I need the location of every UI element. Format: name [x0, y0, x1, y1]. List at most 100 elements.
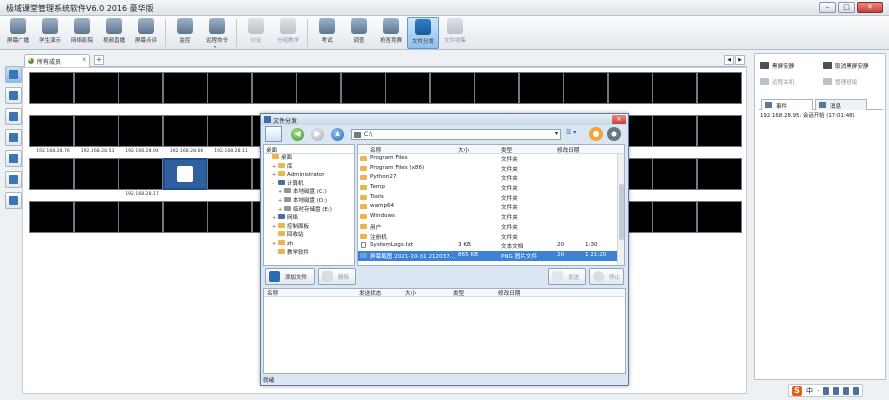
file-row[interactable]: 注册机 文件夹 [358, 232, 624, 242]
add-file-button[interactable]: 添加文件 [265, 268, 315, 285]
skin-icon[interactable] [843, 386, 850, 395]
keyboard-icon[interactable] [833, 386, 840, 395]
toolbar-button-14[interactable]: 文件收集 [439, 17, 471, 49]
toolbar-button-10[interactable]: 考试 [311, 17, 343, 49]
toolbar-button-9[interactable]: 分组教学 [272, 17, 304, 49]
path-combobox[interactable]: C:\ ▾ [351, 129, 561, 140]
student-thumbnail[interactable]: 192.168.28.94 [118, 115, 164, 160]
chevron-down-icon[interactable]: ▾ [214, 44, 216, 49]
col-name[interactable]: 名称 [370, 146, 381, 154]
toolbar-button-13[interactable]: 文件分发 [407, 17, 439, 49]
view-mode-button[interactable]: ☰ ▾ [566, 129, 586, 140]
student-thumbnail[interactable] [118, 201, 164, 246]
student-thumbnail[interactable] [251, 72, 298, 117]
student-thumbnail[interactable] [607, 72, 654, 117]
toolbar-button-12[interactable]: 抢答竞赛 [375, 17, 407, 49]
student-thumbnail[interactable] [474, 72, 520, 117]
col-size[interactable]: 大小 [458, 146, 469, 154]
student-thumbnail[interactable] [162, 201, 209, 246]
student-thumbnail[interactable]: 192.168.28.66 [162, 115, 209, 160]
student-thumbnail[interactable] [696, 158, 743, 203]
file-row[interactable]: SystemLogs.txt 3 KB 文本文档 20 1:30 [358, 241, 624, 251]
dialog-close-button[interactable]: ✕ [612, 115, 626, 124]
tab-all-members[interactable]: 所有成员 x [24, 54, 90, 67]
back-button[interactable]: ◀ [291, 128, 304, 141]
delete-button[interactable]: 删除 [318, 268, 356, 285]
tab-messages[interactable]: 消息 [815, 99, 867, 110]
student-thumbnail[interactable] [162, 158, 209, 203]
task-col-type[interactable]: 类型 [453, 289, 464, 297]
student-thumbnail[interactable] [563, 72, 609, 117]
tree-node[interactable]: + Administrator [264, 171, 354, 180]
tab-close-icon[interactable]: x [82, 56, 86, 63]
toolbar-button-6[interactable]: 监控 [169, 17, 201, 49]
tab-events[interactable]: 事件 [761, 99, 813, 110]
sogou-ime-icon[interactable]: S [792, 385, 802, 396]
student-thumbnail[interactable] [296, 72, 342, 117]
student-thumbnail[interactable] [652, 115, 698, 160]
file-row[interactable]: 用户 文件夹 [358, 222, 624, 232]
student-thumbnail[interactable] [385, 72, 431, 117]
black-screen-button[interactable]: 黑屏安静 [760, 62, 794, 70]
student-thumbnail[interactable] [207, 158, 253, 203]
minimize-button[interactable]: – [819, 2, 836, 13]
tree-node[interactable]: - 计算机 [264, 179, 354, 189]
file-row[interactable]: Tools 文件夹 [358, 193, 624, 203]
tree-node[interactable]: + zh [264, 239, 354, 249]
file-row[interactable]: Program Files (x86) 文件夹 [358, 164, 624, 174]
col-date[interactable]: 修改日期 [557, 146, 579, 154]
user-view-button[interactable] [5, 108, 22, 125]
tree-node[interactable]: 教学软件 [264, 248, 354, 258]
scroll-left-button[interactable]: ◀ [724, 55, 734, 65]
mobile-view-button[interactable] [5, 129, 22, 146]
forward-button[interactable]: ▶ [311, 128, 324, 141]
tree-node[interactable]: + 临时存储盘 (E:) [264, 205, 354, 215]
tree-node[interactable]: 桌面 [264, 154, 354, 163]
toolbar-button-5[interactable]: 屏幕点评 [130, 17, 162, 49]
student-thumbnail[interactable] [162, 72, 209, 117]
list-view-button[interactable] [5, 87, 22, 104]
up-folder-button[interactable]: ▲ [331, 128, 344, 141]
edit-view-button[interactable] [5, 192, 22, 209]
student-thumbnail[interactable] [696, 115, 743, 160]
student-thumbnail[interactable] [118, 72, 164, 117]
tree-node[interactable]: + 本地磁盘 (C:) [264, 188, 354, 197]
toolbar-button-1[interactable]: 屏幕广播 [2, 17, 34, 49]
file-row[interactable]: Python27 文件夹 [358, 173, 624, 183]
student-thumbnail[interactable] [29, 158, 75, 203]
scrollbar-thumb[interactable] [619, 184, 624, 240]
task-col-name[interactable]: 名称 [267, 289, 278, 297]
folder-view-toggle[interactable] [265, 126, 282, 142]
student-thumbnail[interactable] [696, 72, 743, 117]
col-type[interactable]: 类型 [501, 146, 512, 154]
file-row[interactable]: wamp64 文件夹 [358, 202, 624, 212]
group-view-button[interactable] [5, 171, 22, 188]
refresh-icon[interactable] [589, 127, 603, 141]
tree-node[interactable]: + 库 [264, 162, 354, 172]
toolbar-button-4[interactable]: 视频直播 [98, 17, 130, 49]
thumbnail-view-button[interactable] [5, 66, 22, 83]
task-col-status[interactable]: 发送状态 [359, 289, 381, 297]
student-thumbnail[interactable] [73, 201, 120, 246]
restore-button[interactable]: □ [838, 2, 855, 13]
toolbar-button-2[interactable]: 学生演示 [34, 17, 66, 49]
toolbox-icon[interactable] [853, 386, 860, 395]
toolbar-button-7[interactable]: 远程命令 ▾ [201, 17, 233, 49]
settings-gear-icon[interactable] [607, 127, 621, 141]
student-thumbnail[interactable]: 192.168.28.17 [118, 158, 164, 203]
close-button[interactable]: ✕ [857, 2, 883, 13]
student-thumbnail[interactable] [652, 158, 698, 203]
manage-class-button[interactable]: 管理班级 [823, 78, 857, 86]
student-thumbnail[interactable] [73, 158, 120, 203]
tree-node[interactable]: + 网络 [264, 214, 354, 223]
tree-node[interactable]: + 本地磁盘 (D:) [264, 196, 354, 206]
student-thumbnail[interactable] [652, 72, 698, 117]
file-list-scrollbar[interactable] [617, 154, 624, 265]
student-thumbnail[interactable] [696, 201, 743, 246]
tree-node[interactable]: + 控制面板 [264, 222, 354, 232]
ime-punctuation[interactable]: · [817, 387, 819, 395]
student-thumbnail[interactable] [429, 72, 476, 117]
student-thumbnail[interactable]: 192.168.28.76 [29, 115, 75, 160]
scroll-right-button[interactable]: ▶ [735, 55, 745, 65]
student-thumbnail[interactable] [207, 72, 253, 117]
